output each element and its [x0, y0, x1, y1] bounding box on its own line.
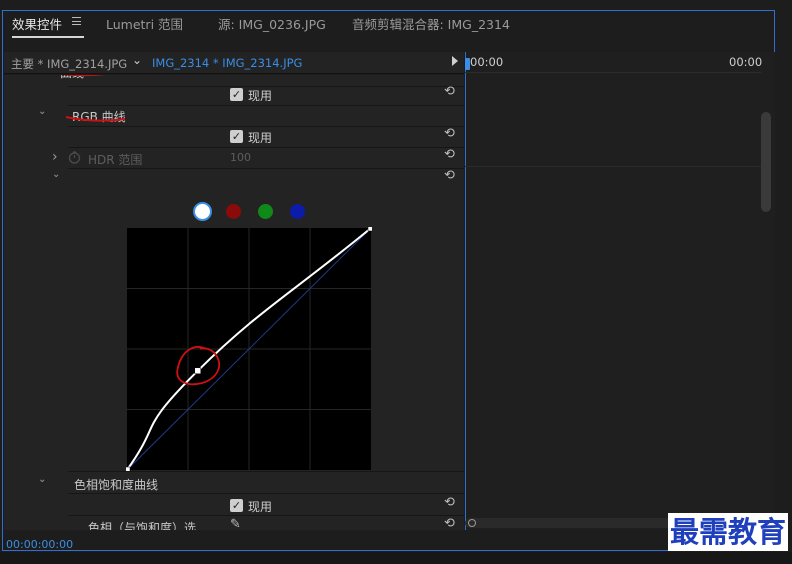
current-timecode[interactable]: 00:00:00:00	[6, 538, 73, 551]
hdr-range-row: › HDR 范围 100 ⟲	[4, 147, 464, 168]
channel-red-button[interactable]	[226, 204, 241, 219]
hue-sat-curves-row[interactable]: ⌄ 色相饱和度曲线	[4, 473, 464, 493]
hdr-range-label: HDR 范围	[88, 153, 143, 167]
enabled-row: ✓ 现用 ⟲	[4, 495, 464, 515]
track-divider	[465, 166, 761, 167]
red-underline-annotations	[59, 75, 126, 122]
chevron-down-icon[interactable]: ⌄	[52, 169, 60, 180]
row-divider	[68, 471, 464, 472]
timeline-ruler[interactable]	[465, 72, 761, 73]
vertical-scrollbar[interactable]	[761, 112, 771, 212]
reset-icon[interactable]: ⟲	[444, 516, 455, 530]
eyedropper-icon[interactable]: ✎	[230, 517, 241, 530]
reset-icon[interactable]: ⟲	[444, 147, 455, 162]
rgb-curve-graph[interactable]	[126, 227, 372, 471]
chevron-right-icon[interactable]: ›	[52, 149, 58, 165]
sequence-clip-label[interactable]: IMG_2314 * IMG_2314.JPG	[152, 56, 302, 70]
red-circle-annotation	[176, 346, 221, 386]
reset-icon[interactable]: ⟲	[444, 495, 455, 510]
hue-vs-sat-row: 色相（与饱和度）选... ✎ ⟲	[4, 516, 464, 530]
curve-control-row: ⌄ ⟲	[4, 168, 464, 189]
channel-blue-button[interactable]	[290, 204, 305, 219]
timeline-end-timecode: 00:00	[729, 55, 763, 69]
curve-control-point[interactable]	[367, 227, 372, 232]
reset-icon[interactable]: ⟲	[444, 168, 455, 183]
channel-green-button[interactable]	[258, 204, 273, 219]
timeline-start-timecode: 00:00	[470, 55, 504, 69]
watermark-logo: 最需教育	[668, 513, 789, 551]
row-divider	[68, 493, 464, 494]
chevron-down-icon[interactable]: ⌄	[132, 53, 142, 67]
hue-sat-curves-label: 色相饱和度曲线	[74, 478, 159, 492]
channel-white-button[interactable]	[193, 202, 212, 221]
scroll-handle[interactable]	[468, 519, 476, 527]
clip-selector-bar: 主要 * IMG_2314.JPG ⌄ IMG_2314 * IMG_2314.…	[4, 52, 464, 74]
master-clip-label[interactable]: 主要 * IMG_2314.JPG	[11, 56, 127, 72]
hdr-range-value: 100	[230, 151, 251, 164]
enabled-label: 现用	[248, 500, 273, 514]
effect-controls-panel: ⌄ 曲线 ✓ 现用 ⟲ ⌄ RGB 曲线 ✓ 现用 ⟲ › HDR 范围 100…	[4, 75, 464, 530]
hue-vs-sat-label: 色相（与饱和度）选...	[88, 521, 208, 530]
stopwatch-icon[interactable]	[68, 151, 81, 164]
play-triangle-icon[interactable]	[452, 56, 458, 66]
chevron-down-icon[interactable]: ⌄	[38, 474, 46, 485]
enabled-checkbox[interactable]: ✓	[230, 499, 243, 512]
panel-divider	[465, 52, 466, 530]
bottom-panel-strip	[0, 552, 792, 564]
timeline-area: 00:00 00:00	[465, 52, 775, 530]
